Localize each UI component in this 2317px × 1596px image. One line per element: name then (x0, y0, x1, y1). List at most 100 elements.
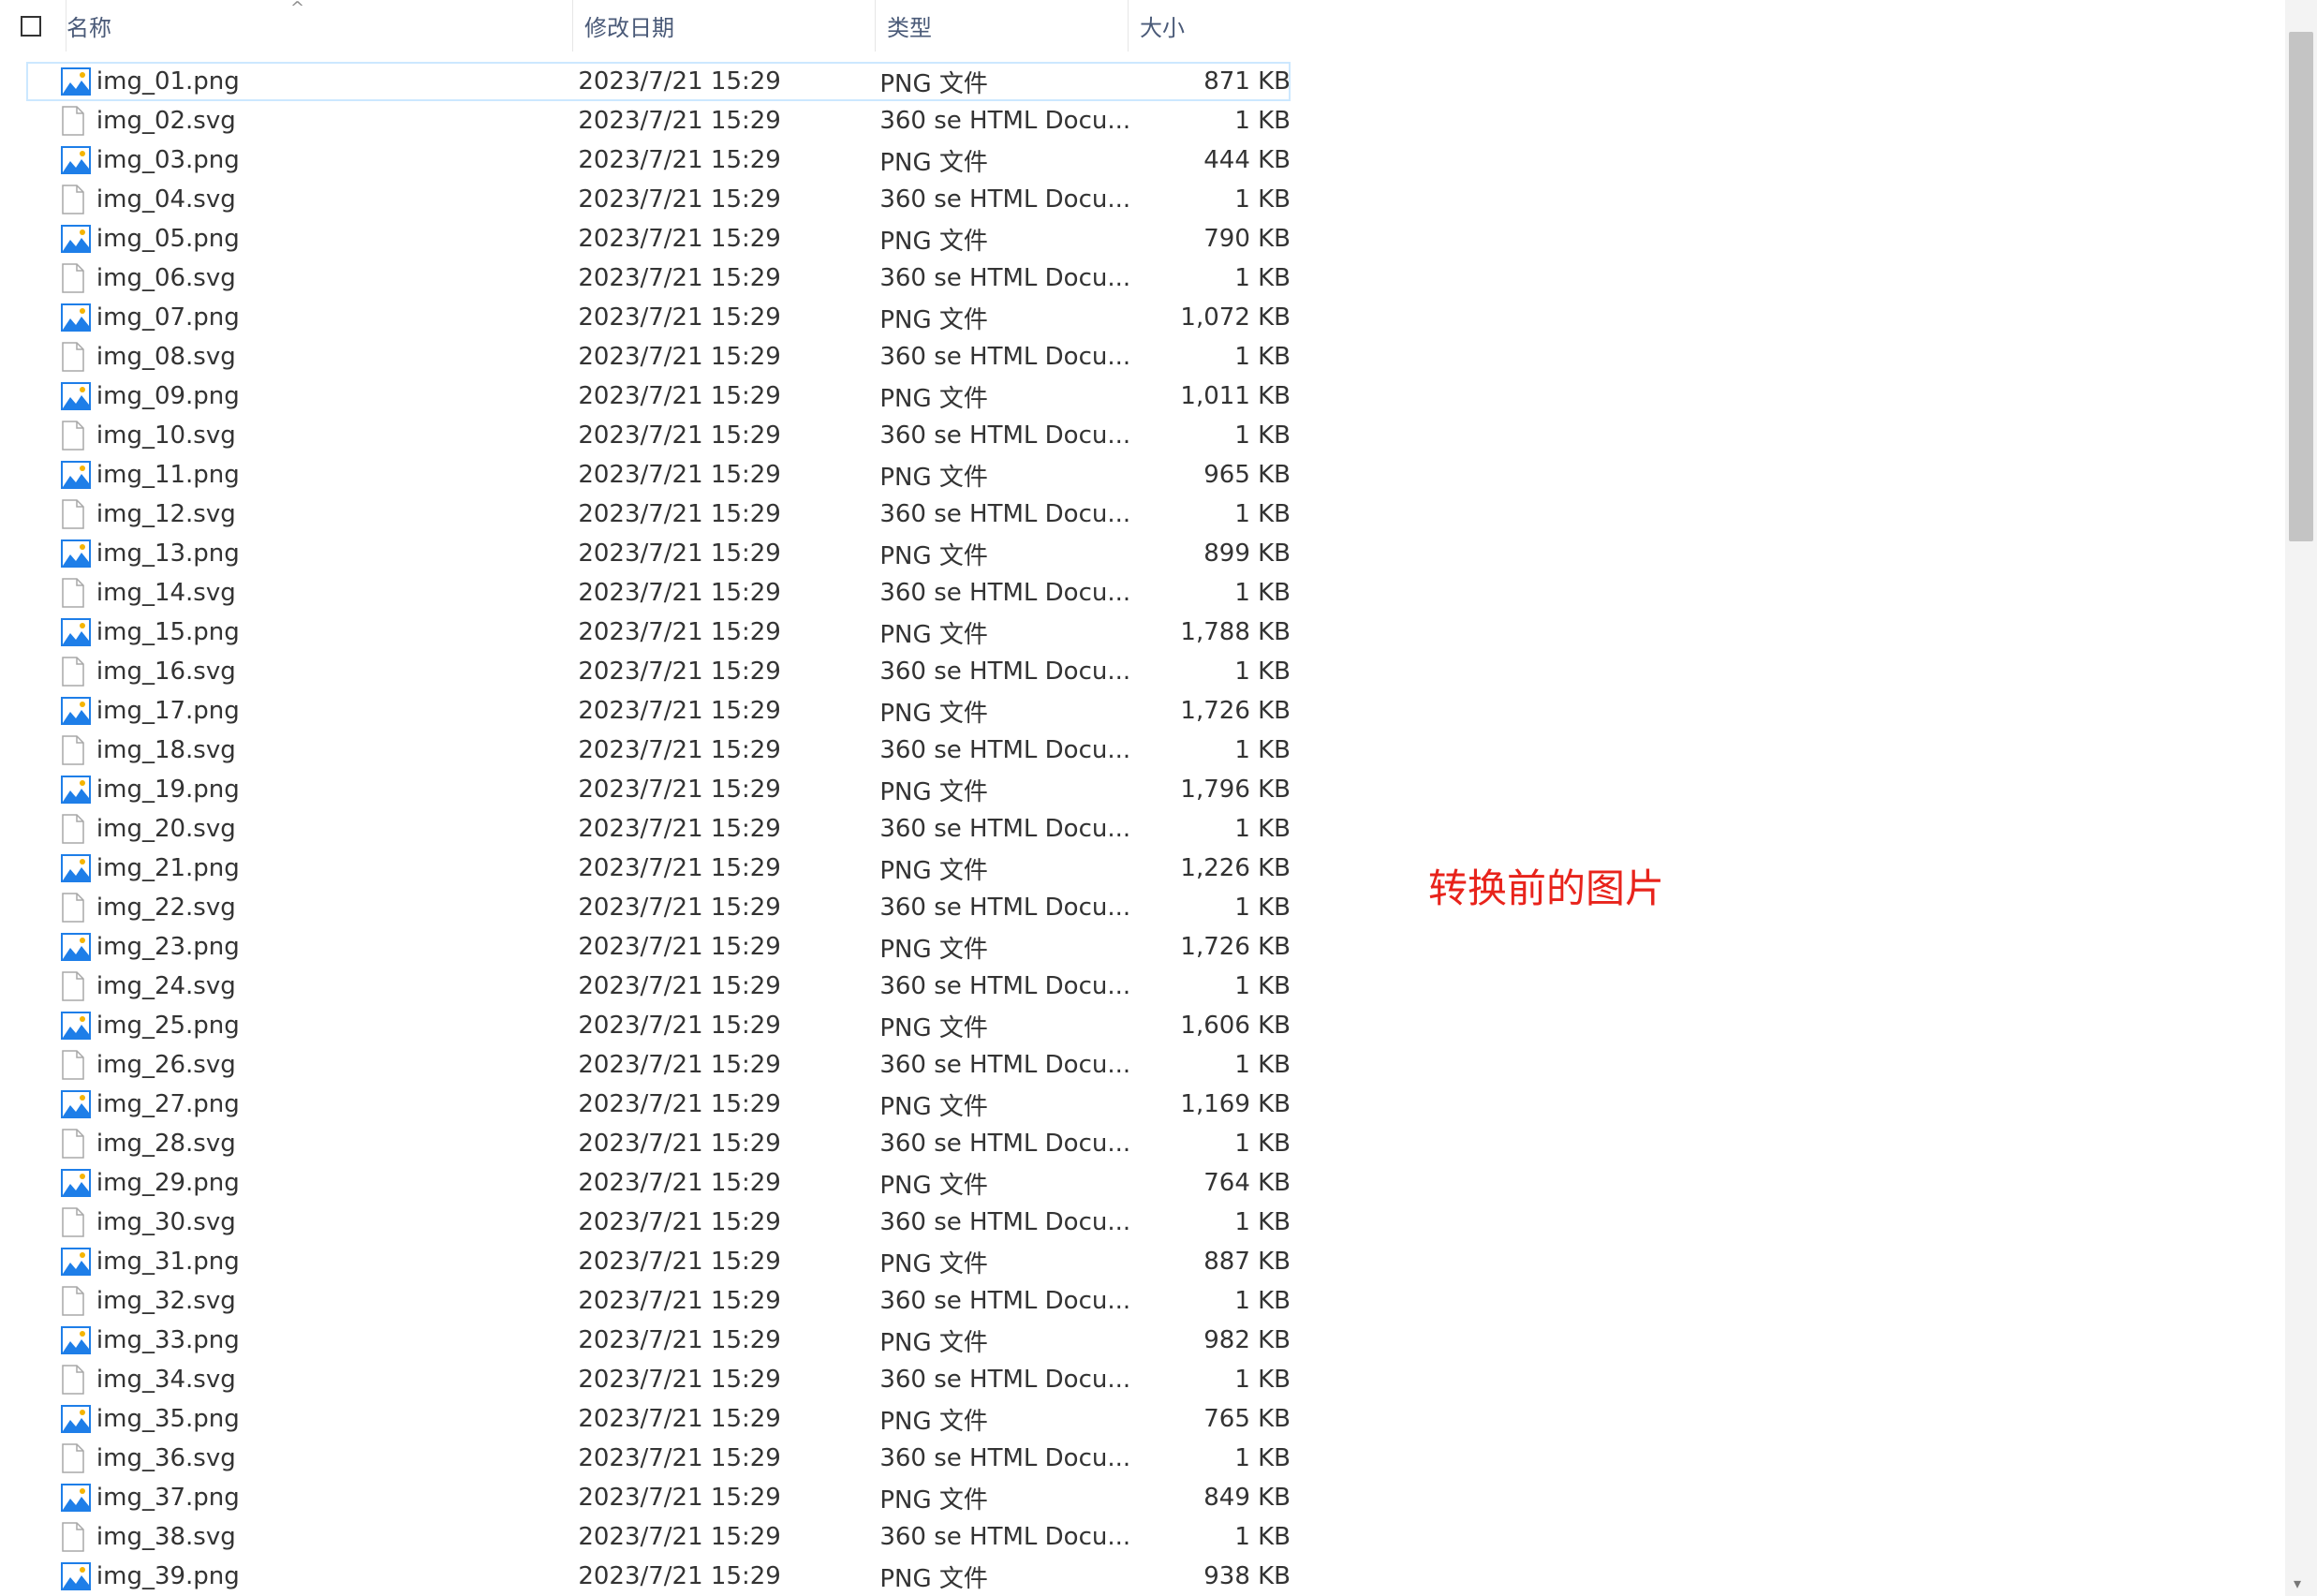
file-name: img_02.svg (96, 107, 236, 135)
file-type: PNG 文件 (879, 148, 988, 177)
column-header-name[interactable]: 名称 ^ (66, 0, 572, 52)
file-row[interactable]: img_23.png 2023/7/21 15:29 PNG 文件 1,726 KB (26, 927, 1291, 967)
image-file-icon (61, 67, 96, 96)
file-row[interactable]: img_22.svg 2023/7/21 15:29 360 se HTML Doc… (26, 888, 1291, 927)
file-type: 360 se HTML Docu... (879, 421, 1131, 450)
file-row[interactable]: img_02.svg 2023/7/21 15:29 360 se HTML Doc… (26, 101, 1291, 140)
file-row[interactable]: img_18.svg 2023/7/21 15:29 360 se HTML Doc… (26, 731, 1291, 770)
file-date: 2023/7/21 15:29 (578, 815, 781, 843)
file-name: img_12.svg (96, 500, 236, 528)
file-date: 2023/7/21 15:29 (578, 461, 781, 489)
image-file-icon (61, 1248, 96, 1276)
file-type: PNG 文件 (879, 856, 988, 885)
column-header-name-label: 名称 (66, 15, 111, 41)
file-row[interactable]: img_08.svg 2023/7/21 15:29 360 se HTML Doc… (26, 337, 1291, 377)
file-row[interactable]: img_15.png 2023/7/21 15:29 PNG 文件 1,788 KB (26, 613, 1291, 652)
column-header-date[interactable]: 修改日期 (572, 0, 875, 52)
file-size: 1 KB (1234, 185, 1291, 214)
file-name: img_07.png (96, 303, 240, 332)
file-date: 2023/7/21 15:29 (578, 264, 781, 292)
file-date: 2023/7/21 15:29 (578, 107, 781, 135)
file-row[interactable]: img_07.png 2023/7/21 15:29 PNG 文件 1,072 KB (26, 298, 1291, 337)
file-row[interactable]: img_25.png 2023/7/21 15:29 PNG 文件 1,606 KB (26, 1006, 1291, 1045)
file-row[interactable]: img_01.png 2023/7/21 15:29 PNG 文件 871 KB (26, 62, 1291, 101)
file-type: 360 se HTML Docu... (879, 736, 1131, 764)
file-row[interactable]: img_24.svg 2023/7/21 15:29 360 se HTML Doc… (26, 967, 1291, 1006)
file-date: 2023/7/21 15:29 (578, 736, 781, 764)
column-header-bar: 名称 ^ 修改日期 类型 大小 (0, 0, 1298, 52)
blank-file-icon (61, 893, 96, 923)
scroll-down-icon[interactable]: ▾ (2294, 1574, 2301, 1592)
file-row[interactable]: img_27.png 2023/7/21 15:29 PNG 文件 1,169 KB (26, 1085, 1291, 1124)
file-type: PNG 文件 (879, 1485, 988, 1515)
file-name: img_27.png (96, 1090, 240, 1118)
file-row[interactable]: img_39.png 2023/7/21 15:29 PNG 文件 938 KB (26, 1557, 1291, 1596)
file-size: 1,606 KB (1180, 1012, 1291, 1040)
file-row[interactable]: img_19.png 2023/7/21 15:29 PNG 文件 1,796 KB (26, 770, 1291, 809)
file-row[interactable]: img_12.svg 2023/7/21 15:29 360 se HTML Doc… (26, 495, 1291, 534)
file-name: img_28.svg (96, 1130, 236, 1158)
file-date: 2023/7/21 15:29 (578, 933, 781, 961)
file-size: 1 KB (1234, 815, 1291, 843)
file-row[interactable]: img_31.png 2023/7/21 15:29 PNG 文件 887 KB (26, 1242, 1291, 1281)
image-file-icon (61, 776, 96, 804)
file-date: 2023/7/21 15:29 (578, 1562, 781, 1590)
file-row[interactable]: img_34.svg 2023/7/21 15:29 360 se HTML Doc… (26, 1360, 1291, 1399)
file-row[interactable]: img_21.png 2023/7/21 15:29 PNG 文件 1,226 KB (26, 849, 1291, 888)
file-row[interactable]: img_26.svg 2023/7/21 15:29 360 se HTML Doc… (26, 1045, 1291, 1085)
file-size: 938 KB (1203, 1562, 1291, 1590)
file-row[interactable]: img_04.svg 2023/7/21 15:29 360 se HTML Doc… (26, 180, 1291, 219)
file-row[interactable]: img_05.png 2023/7/21 15:29 PNG 文件 790 KB (26, 219, 1291, 259)
file-list: img_01.png 2023/7/21 15:29 PNG 文件 871 KB img… (26, 62, 1291, 1596)
file-date: 2023/7/21 15:29 (578, 1051, 781, 1079)
column-header-type[interactable]: 类型 (875, 0, 1128, 52)
file-row[interactable]: img_38.svg 2023/7/21 15:29 360 se HTML Doc… (26, 1517, 1291, 1557)
file-type: 360 se HTML Docu... (879, 894, 1131, 922)
file-row[interactable]: img_33.png 2023/7/21 15:29 PNG 文件 982 KB (26, 1321, 1291, 1360)
file-name: img_35.png (96, 1405, 240, 1433)
scrollbar-thumb[interactable] (2289, 32, 2313, 541)
blank-file-icon (61, 971, 96, 1001)
file-date: 2023/7/21 15:29 (578, 1484, 781, 1512)
file-size: 899 KB (1203, 539, 1291, 568)
vertical-scrollbar[interactable]: ▾ (2285, 0, 2317, 1596)
file-date: 2023/7/21 15:29 (578, 1012, 781, 1040)
file-row[interactable]: img_37.png 2023/7/21 15:29 PNG 文件 849 KB (26, 1478, 1291, 1517)
file-date: 2023/7/21 15:29 (578, 1130, 781, 1158)
file-row[interactable]: img_09.png 2023/7/21 15:29 PNG 文件 1,011 KB (26, 377, 1291, 416)
file-size: 765 KB (1203, 1405, 1291, 1433)
file-row[interactable]: img_35.png 2023/7/21 15:29 PNG 文件 765 KB (26, 1399, 1291, 1439)
file-name: img_26.svg (96, 1051, 236, 1079)
file-size: 1,788 KB (1180, 618, 1291, 646)
file-row[interactable]: img_28.svg 2023/7/21 15:29 360 se HTML Doc… (26, 1124, 1291, 1163)
file-size: 1,726 KB (1180, 697, 1291, 725)
file-date: 2023/7/21 15:29 (578, 343, 781, 371)
file-row[interactable]: img_30.svg 2023/7/21 15:29 360 se HTML Doc… (26, 1203, 1291, 1242)
file-row[interactable]: img_32.svg 2023/7/21 15:29 360 se HTML Doc… (26, 1281, 1291, 1321)
file-type: PNG 文件 (879, 227, 988, 256)
file-row[interactable]: img_17.png 2023/7/21 15:29 PNG 文件 1,726 KB (26, 691, 1291, 731)
file-type: 360 se HTML Docu... (879, 972, 1131, 1000)
file-row[interactable]: img_11.png 2023/7/21 15:29 PNG 文件 965 KB (26, 455, 1291, 495)
file-row[interactable]: img_16.svg 2023/7/21 15:29 360 se HTML Doc… (26, 652, 1291, 691)
file-name: img_06.svg (96, 264, 236, 292)
file-row[interactable]: img_36.svg 2023/7/21 15:29 360 se HTML Doc… (26, 1439, 1291, 1478)
select-all-checkbox[interactable] (21, 15, 41, 37)
file-date: 2023/7/21 15:29 (578, 579, 781, 607)
file-row[interactable]: img_13.png 2023/7/21 15:29 PNG 文件 899 KB (26, 534, 1291, 573)
file-type: 360 se HTML Docu... (879, 1523, 1131, 1551)
file-row[interactable]: img_10.svg 2023/7/21 15:29 360 se HTML Doc… (26, 416, 1291, 455)
file-row[interactable]: img_03.png 2023/7/21 15:29 PNG 文件 444 KB (26, 140, 1291, 180)
file-row[interactable]: img_20.svg 2023/7/21 15:29 360 se HTML Doc… (26, 809, 1291, 849)
file-type: PNG 文件 (879, 777, 988, 806)
file-size: 1 KB (1234, 1287, 1291, 1315)
file-row[interactable]: img_06.svg 2023/7/21 15:29 360 se HTML Doc… (26, 259, 1291, 298)
file-type: 360 se HTML Docu... (879, 1366, 1131, 1394)
file-name: img_21.png (96, 854, 240, 882)
file-row[interactable]: img_14.svg 2023/7/21 15:29 360 se HTML Doc… (26, 573, 1291, 613)
file-date: 2023/7/21 15:29 (578, 1326, 781, 1354)
file-row[interactable]: img_29.png 2023/7/21 15:29 PNG 文件 764 KB (26, 1163, 1291, 1203)
file-name: img_15.png (96, 618, 240, 646)
column-header-size[interactable]: 大小 (1128, 0, 1298, 52)
file-date: 2023/7/21 15:29 (578, 658, 781, 686)
